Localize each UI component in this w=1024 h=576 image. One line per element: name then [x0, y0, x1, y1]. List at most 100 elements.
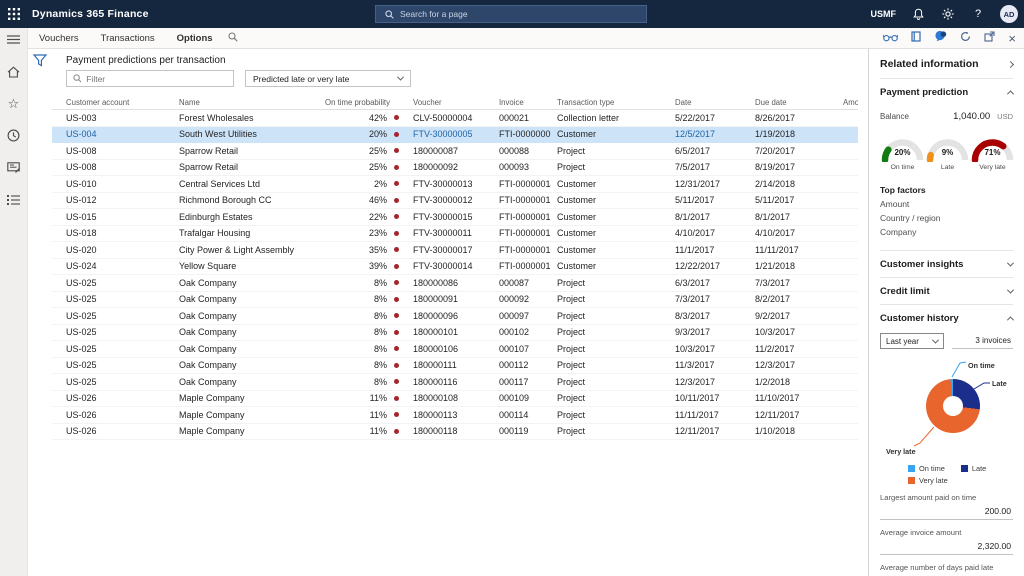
table-row[interactable]: US-025Oak Company8%180000116000117Projec… [52, 374, 858, 391]
grid-cell: Oak Company [179, 311, 325, 321]
risk-dot-cell [387, 280, 405, 285]
col-amount[interactable]: Amount [837, 98, 858, 107]
global-search-box[interactable]: Search for a page [375, 5, 647, 23]
col-name[interactable]: Name [179, 98, 325, 107]
table-row[interactable]: US-025Oak Company8%180000111000112Projec… [52, 358, 858, 375]
table-row[interactable]: US-008Sparrow Retail25%180000092000093Pr… [52, 160, 858, 177]
grid-cell: 000114 [493, 410, 551, 420]
table-row[interactable]: US-010Central Services Ltd2%FTV-30000013… [52, 176, 858, 193]
app-title: Dynamics 365 Finance [32, 8, 149, 20]
grid-cell: Project [551, 410, 669, 420]
grid-cell: 11% [325, 426, 387, 436]
office-book-icon[interactable] [911, 29, 921, 47]
grid-cell: 12/22/2017 [669, 261, 749, 271]
workspaces-icon[interactable] [6, 160, 21, 175]
grid-cell: FTI-00000014 [493, 179, 551, 189]
grid-cell: 180000096 [405, 311, 493, 321]
settings-gear-icon[interactable] [940, 6, 956, 22]
legend-label-late: Late [972, 464, 986, 473]
grid-cell: 10/11/2017 [669, 393, 749, 403]
tab-vouchers[interactable]: Vouchers [28, 33, 90, 44]
col-invoice[interactable]: Invoice [493, 98, 551, 107]
grid-cell: 000021 [493, 113, 551, 123]
grid-cell: Oak Company [179, 344, 325, 354]
filter-input[interactable] [86, 74, 227, 84]
grid-cell: 180000113 [405, 410, 493, 420]
help-icon[interactable]: ? [970, 6, 986, 22]
tab-transactions[interactable]: Transactions [90, 33, 166, 44]
grid-cell: 20% [325, 129, 387, 139]
table-row[interactable]: US-025Oak Company8%180000096000097Projec… [52, 308, 858, 325]
table-row[interactable]: US-003Forest Wholesales42%CLV-5000000400… [52, 110, 858, 127]
customer-history-header[interactable]: Customer history [880, 305, 1013, 331]
risk-dot-cell [387, 412, 405, 417]
recent-clock-icon[interactable] [6, 128, 21, 143]
grid-cell: 25% [325, 162, 387, 172]
refresh-icon[interactable] [960, 29, 971, 47]
prediction-filter-dropdown[interactable]: Predicted late or very late [245, 70, 411, 87]
filter-funnel-icon[interactable] [33, 54, 47, 67]
col-on-time-probability[interactable]: On time probability [325, 98, 387, 107]
table-row[interactable]: US-004South West Utilities20%FTV-3000000… [52, 127, 858, 144]
col-date[interactable]: Date [669, 98, 749, 107]
table-row[interactable]: US-020City Power & Light Assembly35%FTV-… [52, 242, 858, 259]
grid-cell: 42% [325, 113, 387, 123]
grid-cell: 180000091 [405, 294, 493, 304]
table-row[interactable]: US-024Yellow Square39%FTV-30000014FTI-00… [52, 259, 858, 276]
grid-cell: 8% [325, 294, 387, 304]
balance-currency: USD [997, 112, 1013, 121]
table-row[interactable]: US-026Maple Company11%180000108000109Pro… [52, 391, 858, 408]
app-launcher-waffle-icon[interactable] [0, 0, 28, 28]
grid-cell: Customer [551, 212, 669, 222]
related-information-header[interactable]: Related information [880, 49, 1013, 78]
grid-cell: US-025 [66, 344, 179, 354]
modules-list-icon[interactable] [6, 192, 21, 207]
risk-dot-icon [394, 181, 399, 186]
legend-label-on-time: On time [919, 464, 945, 473]
grid-cell: US-025 [66, 327, 179, 337]
credit-limit-header[interactable]: Credit limit [880, 278, 1013, 304]
open-in-new-window-icon[interactable] [984, 29, 995, 47]
col-voucher[interactable]: Voucher [405, 98, 493, 107]
preview-glasses-icon[interactable] [883, 29, 898, 47]
messages-chat-icon[interactable] [934, 29, 947, 47]
notifications-bell-icon[interactable] [910, 6, 926, 22]
grid-cell: Project [551, 294, 669, 304]
table-row[interactable]: US-026Maple Company11%180000118000119Pro… [52, 424, 858, 441]
grid-cell: 7/5/2017 [669, 162, 749, 172]
risk-dot-cell [387, 181, 405, 186]
table-row[interactable]: US-026Maple Company11%180000113000114Pro… [52, 407, 858, 424]
favorites-star-icon[interactable]: ☆ [6, 96, 21, 111]
table-row[interactable]: US-025Oak Company8%180000091000092Projec… [52, 292, 858, 309]
risk-dot-icon [394, 198, 399, 203]
grid-cell: 180000087 [405, 146, 493, 156]
tab-options[interactable]: Options [166, 33, 224, 44]
grid-cell: 4/10/2017 [669, 228, 749, 238]
history-period-dropdown[interactable]: Last year [880, 333, 944, 349]
grid-cell: Oak Company [179, 360, 325, 370]
col-transaction-type[interactable]: Transaction type [551, 98, 669, 107]
table-row[interactable]: US-008Sparrow Retail25%180000087000088Pr… [52, 143, 858, 160]
nav-hamburger-icon[interactable] [6, 32, 21, 47]
table-row[interactable]: US-025Oak Company8%180000101000102Projec… [52, 325, 858, 342]
col-due-date[interactable]: Due date [749, 98, 837, 107]
grid-cell: FTI-00000016 [493, 212, 551, 222]
grid-filter-field[interactable] [66, 70, 234, 87]
grid-cell: US-004 [66, 129, 179, 139]
company-picker[interactable]: USMF [871, 9, 897, 19]
table-row[interactable]: US-018Trafalgar Housing23%FTV-30000011FT… [52, 226, 858, 243]
table-row[interactable]: US-015Edinburgh Estates22%FTV-30000015FT… [52, 209, 858, 226]
table-row[interactable]: US-025Oak Company8%180000086000087Projec… [52, 275, 858, 292]
risk-dot-icon [394, 346, 399, 351]
grid-cell: 1/2/2018 [749, 377, 837, 387]
risk-dot-icon [394, 412, 399, 417]
table-row[interactable]: US-012Richmond Borough CC46%FTV-30000012… [52, 193, 858, 210]
table-row[interactable]: US-025Oak Company8%180000106000107Projec… [52, 341, 858, 358]
close-icon[interactable]: × [1008, 32, 1016, 45]
col-customer-account[interactable]: Customer account [66, 98, 179, 107]
home-icon[interactable] [6, 64, 21, 79]
user-avatar[interactable]: AD [1000, 5, 1018, 23]
customer-insights-header[interactable]: Customer insights [880, 251, 1013, 277]
payment-prediction-header[interactable]: Payment prediction [880, 79, 1013, 105]
menu-search-icon[interactable] [228, 29, 238, 47]
